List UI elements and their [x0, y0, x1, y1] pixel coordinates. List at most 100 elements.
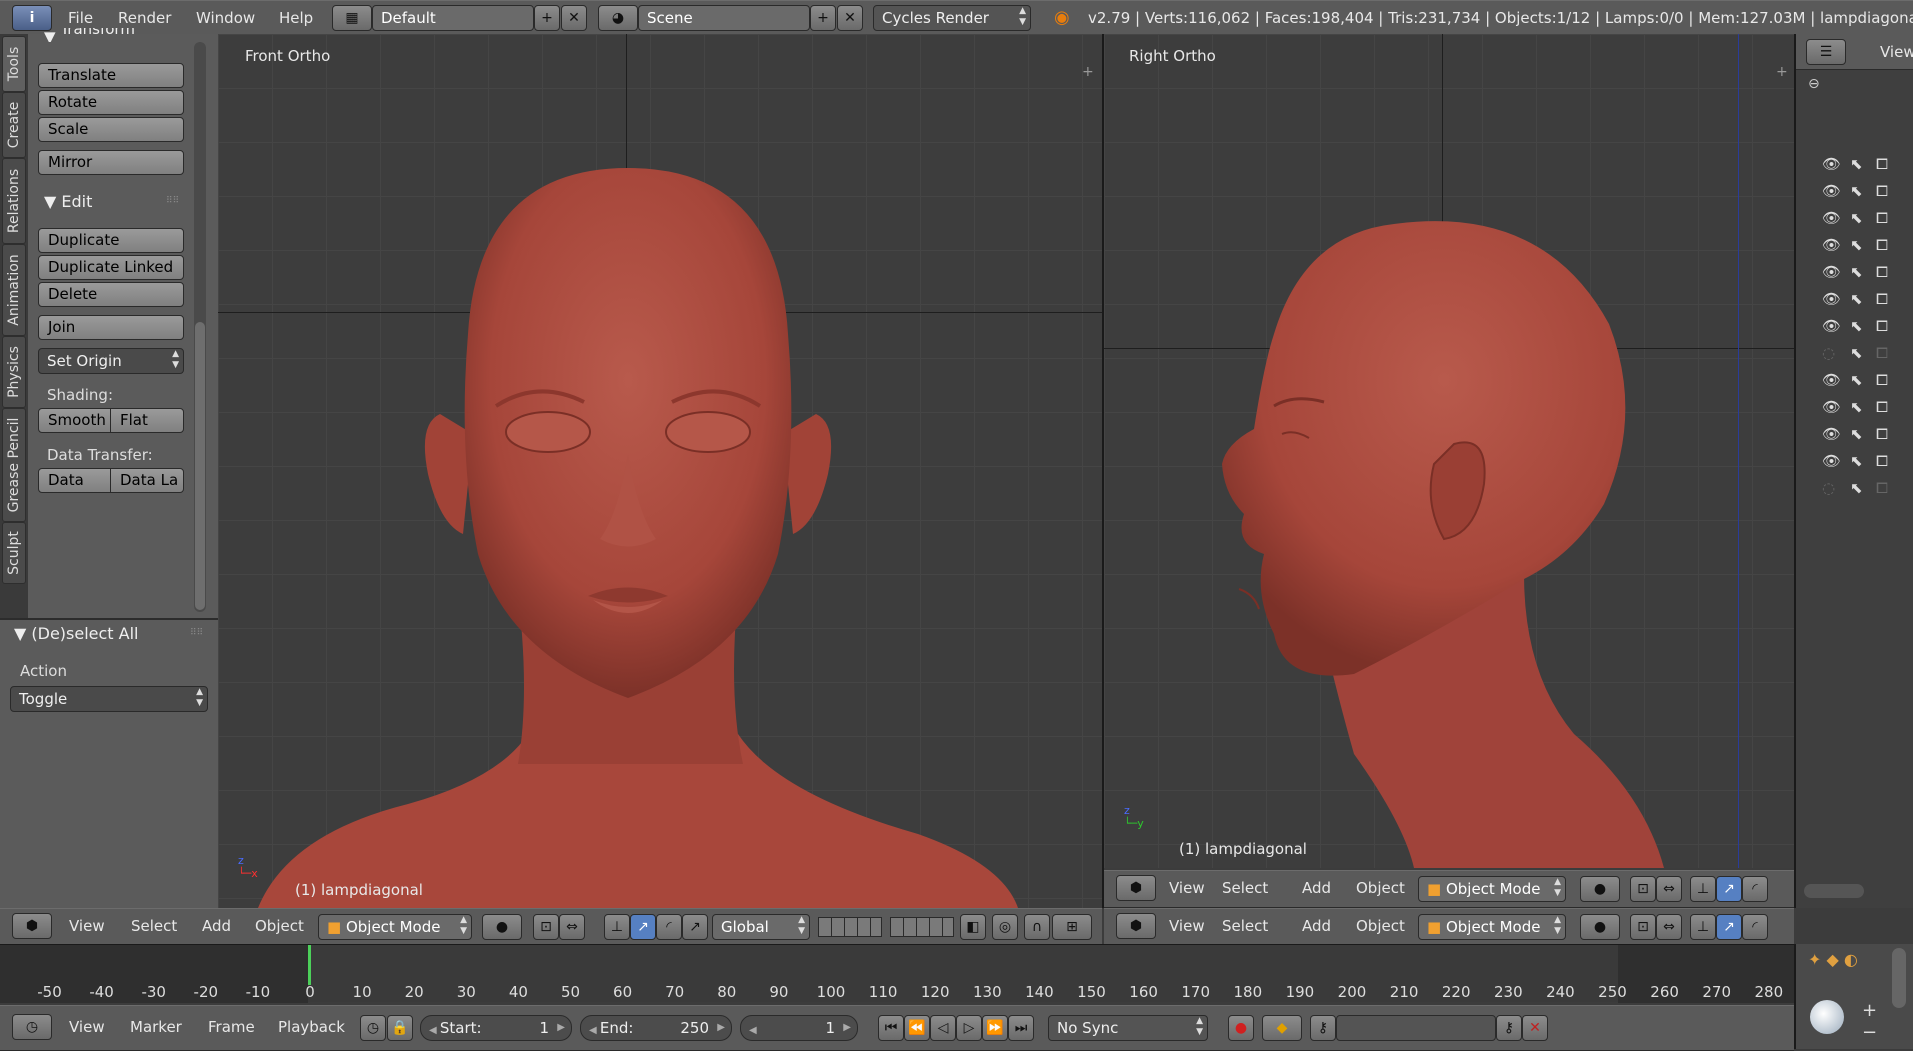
snap-element-button[interactable]: ⊞: [1052, 914, 1092, 940]
eye-icon[interactable]: 👁: [1822, 209, 1841, 227]
eye-icon[interactable]: 👁: [1822, 290, 1841, 308]
camera-icon[interactable]: ⧠: [1876, 425, 1888, 443]
delete-keyframe-button[interactable]: ✕: [1522, 1015, 1548, 1041]
play-reverse-button[interactable]: ◁: [930, 1015, 956, 1041]
viewport-front[interactable]: Front Ortho + z └─x (1) lampdiagonal: [218, 34, 1102, 908]
layout-name-field[interactable]: Default: [372, 5, 534, 31]
layer-buttons[interactable]: [818, 917, 882, 937]
cursor-icon[interactable]: ⬉: [1850, 317, 1863, 335]
eye-icon[interactable]: 👁: [1822, 182, 1841, 200]
tab-relations[interactable]: Relations: [2, 158, 26, 244]
menu-window[interactable]: Window: [196, 5, 255, 31]
scene-selector-button[interactable]: ◕: [598, 5, 638, 31]
menu-view[interactable]: View: [69, 913, 105, 939]
rotate-button[interactable]: Rotate: [38, 90, 184, 115]
menu-select[interactable]: Select: [1222, 913, 1268, 939]
translate-gizmo-button[interactable]: ⊥: [1690, 876, 1716, 902]
drag-handle-icon[interactable]: ⠿⠿: [166, 196, 179, 206]
shading-dropdown[interactable]: ●: [482, 914, 522, 940]
cursor-icon[interactable]: ⬉: [1850, 344, 1863, 362]
editor-type-button[interactable]: ☰: [1806, 39, 1846, 65]
tool-panel-scrollbar[interactable]: [194, 42, 206, 612]
scale-button[interactable]: Scale: [38, 117, 184, 142]
set-origin-dropdown[interactable]: Set Origin ▲ ▼: [38, 348, 184, 374]
menu-help[interactable]: Help: [279, 5, 313, 31]
cursor-icon[interactable]: ⬉: [1850, 398, 1863, 416]
pivot-button[interactable]: ⊡: [1630, 914, 1656, 940]
translate-button[interactable]: Translate: [38, 63, 184, 88]
outliner-row[interactable]: 👁 ⬉ ⧠: [1820, 263, 1896, 285]
next-keyframe-button[interactable]: ⏩: [982, 1015, 1008, 1041]
outliner-row[interactable]: 👁 ⬉ ⧠: [1820, 182, 1896, 204]
camera-icon[interactable]: ⧠: [1876, 371, 1888, 389]
editor-type-button[interactable]: ⬢: [1116, 875, 1156, 901]
cursor-icon[interactable]: ⬉: [1850, 479, 1863, 497]
outliner-row[interactable]: 👁 ⬉ ⧠: [1820, 317, 1896, 339]
render-engine-dropdown[interactable]: Cycles Render ▲ ▼: [873, 5, 1031, 31]
manipulator-button[interactable]: ⇔: [559, 914, 585, 940]
delete-layout-button[interactable]: ✕: [561, 5, 587, 31]
translate-gizmo-button[interactable]: ⊥: [1690, 914, 1716, 940]
end-frame-field[interactable]: ◀ End: 250 ▶: [580, 1015, 732, 1041]
translate-gizmo-button[interactable]: ⊥: [604, 914, 630, 940]
keying-set-select-button[interactable]: ⚷: [1310, 1015, 1336, 1041]
edit-header[interactable]: ▼ Edit: [44, 192, 92, 211]
proportional-edit-button[interactable]: ◎: [992, 914, 1018, 940]
cursor-icon[interactable]: ⬉: [1850, 182, 1863, 200]
menu-add[interactable]: Add: [202, 913, 231, 939]
camera-icon[interactable]: ⧠: [1876, 344, 1888, 362]
menu-object[interactable]: Object: [1356, 913, 1405, 939]
mode-dropdown[interactable]: ■ Object Mode ▲ ▼: [1418, 876, 1566, 902]
rotate-gizmo-button[interactable]: ↗: [1716, 914, 1742, 940]
menu-view[interactable]: View: [1169, 875, 1205, 901]
manipulator-button[interactable]: ⇔: [1656, 914, 1682, 940]
duplicate-button[interactable]: Duplicate: [38, 228, 184, 253]
menu-add[interactable]: Add: [1302, 875, 1331, 901]
outliner-row[interactable]: ◌ ⬉ ⧠: [1820, 479, 1896, 501]
join-button[interactable]: Join: [38, 315, 184, 340]
outliner-scrollbar[interactable]: [1804, 884, 1864, 898]
shading-dropdown[interactable]: ●: [1580, 876, 1620, 902]
delete-button[interactable]: Delete: [38, 282, 184, 307]
layout-selector-button[interactable]: ▦: [332, 5, 372, 31]
shading-dropdown[interactable]: ●: [1580, 914, 1620, 940]
data-button[interactable]: Data: [38, 468, 111, 493]
transform-header[interactable]: ▼ Transform: [44, 28, 135, 42]
eye-icon[interactable]: 👁: [1822, 398, 1841, 416]
snap-button[interactable]: ∩: [1024, 914, 1050, 940]
mirror-button[interactable]: Mirror: [38, 150, 184, 175]
smooth-button[interactable]: Smooth: [38, 408, 111, 433]
scale-gizmo-button[interactable]: ◜: [1742, 876, 1768, 902]
scroll-knob[interactable]: [1892, 948, 1906, 1008]
camera-icon[interactable]: ⧠: [1876, 317, 1888, 335]
cursor-icon[interactable]: ⬉: [1850, 371, 1863, 389]
camera-icon[interactable]: ⧠: [1876, 182, 1888, 200]
eye-icon[interactable]: 👁: [1822, 371, 1841, 389]
camera-icon[interactable]: ⧠: [1876, 290, 1888, 308]
rotate-gizmo-button[interactable]: ↗: [630, 914, 656, 940]
flat-button[interactable]: Flat: [110, 408, 184, 433]
jump-start-button[interactable]: ⏮: [878, 1015, 904, 1041]
duplicate-linked-button[interactable]: Duplicate Linked: [38, 255, 184, 280]
menu-select[interactable]: Select: [1222, 875, 1268, 901]
drag-handle-icon[interactable]: ⠿⠿: [190, 628, 203, 638]
cursor-icon[interactable]: ⬉: [1850, 452, 1863, 470]
outliner-row[interactable]: 👁 ⬉ ⧠: [1820, 452, 1896, 474]
editor-type-button[interactable]: ◷: [12, 1014, 52, 1040]
camera-icon[interactable]: ⧠: [1876, 263, 1888, 281]
menu-object[interactable]: Object: [1356, 875, 1405, 901]
cursor-icon[interactable]: ⬉: [1850, 290, 1863, 308]
tab-physics[interactable]: Physics: [2, 336, 26, 408]
snap-gizmo-button[interactable]: ↗: [682, 914, 708, 940]
layer-buttons[interactable]: [890, 917, 954, 937]
camera-icon[interactable]: ⧠: [1876, 209, 1888, 227]
editor-type-button[interactable]: ⬢: [12, 913, 52, 939]
current-frame-marker[interactable]: [308, 945, 311, 985]
add-scene-button[interactable]: +: [810, 5, 836, 31]
eye-icon[interactable]: 👁: [1822, 236, 1841, 254]
sync-dropdown[interactable]: No Sync ▲ ▼: [1048, 1015, 1208, 1041]
prev-keyframe-button[interactable]: ⏪: [904, 1015, 930, 1041]
render-preview-icons[interactable]: ✦ ◆ ◐: [1808, 950, 1858, 969]
current-frame-field[interactable]: ◀ 1 ▶: [740, 1015, 858, 1041]
menu-object[interactable]: Object: [255, 913, 304, 939]
